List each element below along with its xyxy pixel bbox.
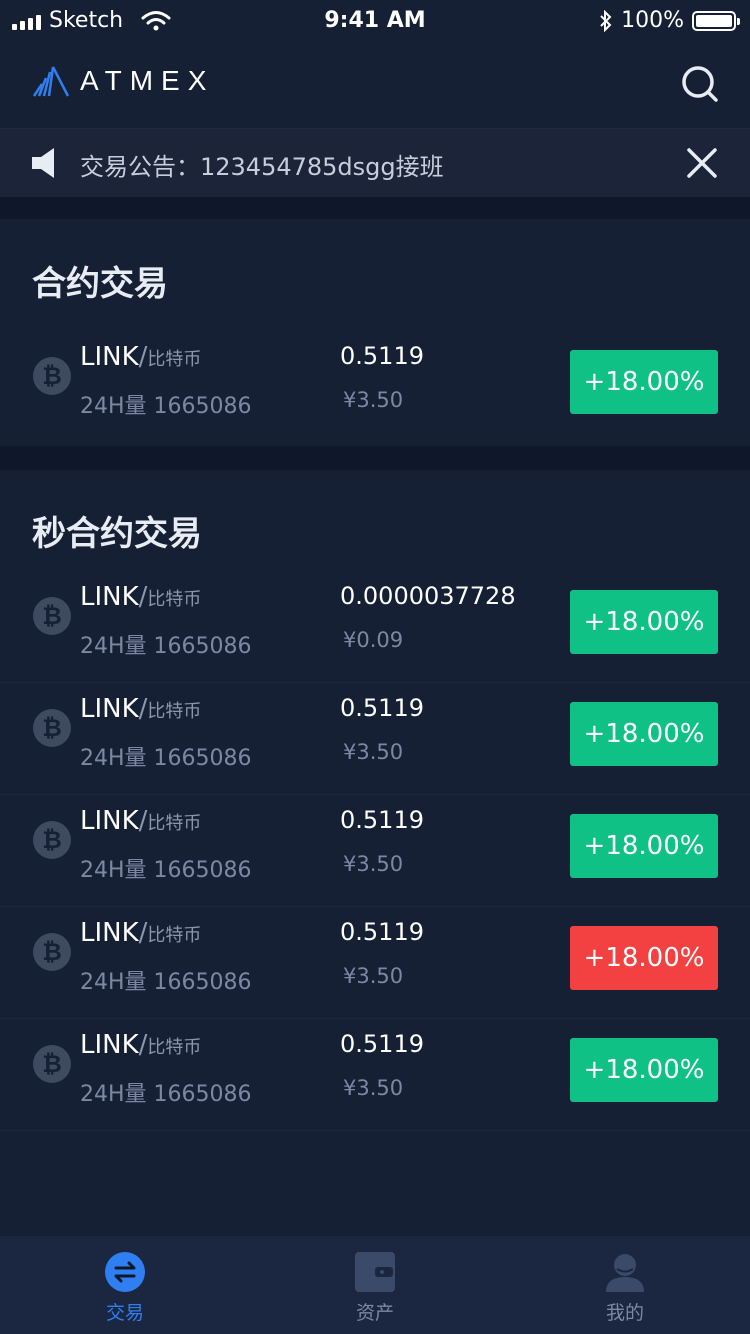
market-row[interactable]: ₿ LINK/比特币 24H量 1665086 0.0000037728 ¥0.09 +1…: [0, 570, 750, 683]
logo-text: ATMEX: [80, 65, 215, 96]
section-title-second-contract: 秒合约交易: [32, 514, 202, 554]
cny-price: ¥0.09: [343, 628, 404, 652]
pair-quote: 比特币: [147, 349, 202, 370]
change-badge[interactable]: +18.00%: [570, 926, 718, 990]
section-title-contract: 合约交易: [32, 264, 168, 304]
bitcoin-icon: ₿: [33, 933, 71, 971]
volume-24h: 24H量 1665086: [80, 970, 252, 995]
market-row[interactable]: ₿ LINK/比特币 24H量 1665086 0.5119 ¥3.50 +18.00%: [0, 1018, 750, 1131]
announcement-text: 交易公告：123454785dsgg接班: [80, 153, 444, 181]
status-bar: Sketch 9:41 AM 100%: [0, 0, 750, 42]
tab-assets[interactable]: 资产: [250, 1236, 500, 1334]
tab-label: 我的: [605, 1302, 644, 1324]
cny-price: ¥3.50: [343, 740, 404, 764]
pair-base: LINK: [80, 694, 139, 724]
pair-quote: 比特币: [147, 813, 202, 834]
tab-trade[interactable]: 交易: [0, 1236, 250, 1334]
wallet-icon: [355, 1252, 395, 1292]
section-divider: [0, 446, 750, 470]
pair-base: LINK: [80, 342, 139, 372]
battery-icon: [692, 10, 740, 31]
svg-text:₿: ₿: [42, 1050, 62, 1078]
last-price: 0.5119: [340, 1030, 424, 1058]
cny-price: ¥3.50: [343, 1076, 404, 1100]
exchange-icon: [105, 1252, 145, 1292]
pair-base: LINK: [80, 918, 139, 948]
bitcoin-icon: ₿: [33, 821, 71, 859]
last-price: 0.5119: [340, 694, 424, 722]
svg-text:₿: ₿: [42, 602, 62, 630]
close-icon[interactable]: [686, 147, 718, 179]
section-divider: [0, 197, 750, 219]
bitcoin-icon: ₿: [33, 1045, 71, 1083]
svg-text:₿: ₿: [42, 714, 62, 742]
logo: ATMEX: [32, 64, 214, 98]
volume-24h: 24H量 1665086: [80, 1082, 252, 1107]
announcement-bar[interactable]: 交易公告：123454785dsgg接班: [0, 129, 750, 197]
pair-base: LINK: [80, 582, 139, 612]
bluetooth-icon: [600, 9, 612, 32]
tab-label: 交易: [105, 1302, 144, 1324]
logo-icon: [32, 66, 70, 97]
pair-quote: 比特币: [147, 589, 202, 610]
trading-pair: LINK/比特币: [80, 582, 201, 612]
change-badge[interactable]: +18.00%: [570, 350, 718, 414]
pair-quote: 比特币: [147, 925, 202, 946]
cny-price: ¥3.50: [343, 964, 404, 988]
svg-text:₿: ₿: [42, 938, 62, 966]
change-badge[interactable]: +18.00%: [570, 590, 718, 654]
bitcoin-icon: ₿: [33, 597, 71, 635]
volume-24h: 24H量 1665086: [80, 746, 252, 771]
trading-pair: LINK/比特币: [80, 918, 201, 948]
pair-base: LINK: [80, 1030, 139, 1060]
pair-quote: 比特币: [147, 1037, 202, 1058]
tab-bar: 交易 资产 我的: [0, 1236, 750, 1334]
volume-24h: 24H量 1665086: [80, 634, 252, 659]
market-row[interactable]: ₿ LINK/比特币 24H量 1665086 0.5119 ¥3.50 +18.00%: [0, 682, 750, 795]
pair-quote: 比特币: [147, 701, 202, 722]
volume-24h: 24H量 1665086: [80, 858, 252, 883]
bitcoin-icon: ₿: [33, 357, 71, 395]
cny-price: ¥3.50: [343, 388, 404, 412]
speaker-icon: [32, 148, 54, 178]
last-price: 0.5119: [340, 342, 424, 370]
volume-24h: 24H量 1665086: [80, 394, 252, 419]
trading-pair: LINK/比特币: [80, 342, 201, 372]
status-bar-right: 100%: [599, 8, 740, 33]
trading-pair: LINK/比特币: [80, 694, 201, 724]
change-badge[interactable]: +18.00%: [570, 702, 718, 766]
change-badge[interactable]: +18.00%: [570, 814, 718, 878]
battery-percent: 100%: [621, 8, 684, 33]
market-row[interactable]: ₿ LINK/比特币 24H量 1665086 0.5119 ¥3.50 +18.00%: [0, 330, 750, 442]
last-price: 0.0000037728: [340, 582, 516, 610]
change-badge[interactable]: +18.00%: [570, 1038, 718, 1102]
market-row[interactable]: ₿ LINK/比特币 24H量 1665086 0.5119 ¥3.50 +18.00%: [0, 794, 750, 907]
bitcoin-icon: ₿: [33, 709, 71, 747]
svg-text:₿: ₿: [42, 362, 62, 390]
tab-label: 资产: [355, 1302, 394, 1324]
market-row[interactable]: ₿ LINK/比特币 24H量 1665086 0.5119 ¥3.50 +18.00%: [0, 906, 750, 1019]
svg-text:₿: ₿: [42, 826, 62, 854]
last-price: 0.5119: [340, 918, 424, 946]
app-header: ATMEX: [0, 42, 750, 129]
pair-base: LINK: [80, 806, 139, 836]
last-price: 0.5119: [340, 806, 424, 834]
cny-price: ¥3.50: [343, 852, 404, 876]
search-icon[interactable]: [680, 64, 720, 104]
trading-pair: LINK/比特币: [80, 806, 201, 836]
trading-pair: LINK/比特币: [80, 1030, 201, 1060]
user-icon: [606, 1254, 644, 1292]
tab-mine[interactable]: 我的: [500, 1236, 750, 1334]
